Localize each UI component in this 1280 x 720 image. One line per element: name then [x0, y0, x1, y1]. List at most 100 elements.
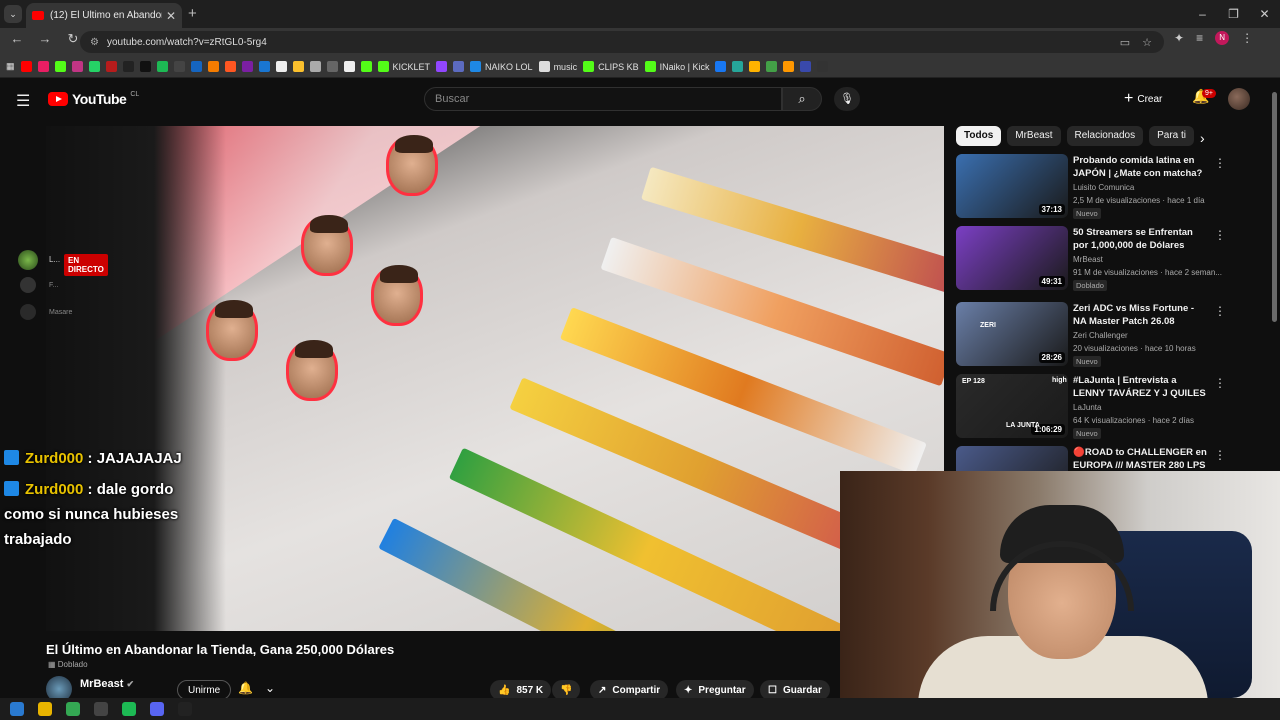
- bookmark-item[interactable]: [156, 61, 168, 72]
- windows-icon[interactable]: [10, 702, 24, 716]
- kebab-menu-icon[interactable]: ⋮: [1241, 31, 1253, 45]
- menu-hamburger-icon[interactable]: ☰: [16, 91, 30, 111]
- video-player[interactable]: [46, 126, 944, 631]
- video-thumbnail[interactable]: 37:13: [956, 154, 1068, 218]
- search-input[interactable]: Buscar: [424, 87, 782, 111]
- bookmark-favicon-icon: [583, 61, 595, 72]
- bookmark-item[interactable]: [732, 61, 744, 72]
- bookmark-item[interactable]: [817, 61, 829, 72]
- bookmark-item[interactable]: [292, 61, 304, 72]
- bookmark-item[interactable]: [54, 61, 66, 72]
- bookmark-item[interactable]: [173, 61, 185, 72]
- share-button[interactable]: ↗ Compartir: [590, 680, 669, 700]
- recommendation-card[interactable]: 28:26 ZERI Zeri ADC vs Miss Fortune - NA M…: [956, 302, 1266, 368]
- site-info-icon[interactable]: ⚙: [90, 37, 99, 48]
- bookmark-item[interactable]: [783, 61, 795, 72]
- chip-mrbeast[interactable]: MrBeast: [1007, 126, 1061, 146]
- browser-tab-active[interactable]: (12) El Último en Abandonar la ✕: [26, 3, 182, 28]
- cast-icon[interactable]: ▭: [1120, 36, 1130, 49]
- more-options-icon[interactable]: ⋮: [1214, 448, 1226, 462]
- apps-grid-icon[interactable]: ▦: [6, 61, 15, 72]
- bookmark-item[interactable]: [766, 61, 778, 72]
- bookmark-item[interactable]: [326, 61, 338, 72]
- media-controls-icon[interactable]: ≡: [1196, 31, 1203, 45]
- video-face-image: [286, 340, 338, 401]
- bookmark-item[interactable]: [207, 61, 219, 72]
- bookmark-item[interactable]: [20, 61, 32, 72]
- forward-arrow-icon[interactable]: →: [34, 31, 56, 47]
- bookmark-item[interactable]: [105, 61, 117, 72]
- address-bar[interactable]: ⚙ youtube.com/watch?v=zRtGL0-5rg4 ▭ ☆: [80, 31, 1164, 53]
- join-button[interactable]: Unirme: [177, 680, 232, 700]
- bookmark-item[interactable]: [436, 61, 448, 72]
- recommendation-card[interactable]: 37:13 Probando comida latina en JAPÓN | ¿…: [956, 154, 1266, 220]
- minimize-button[interactable]: –: [1187, 0, 1218, 28]
- search-icon[interactable]: ⌕: [782, 87, 822, 111]
- recommendation-card[interactable]: 1:06:29 EP 128 high LA JUNTA #LaJunta | Entr…: [956, 374, 1266, 440]
- bookmark-item[interactable]: [360, 61, 372, 72]
- more-options-icon[interactable]: ⋮: [1214, 304, 1226, 318]
- bookmark-item[interactable]: [241, 61, 253, 72]
- more-options-icon[interactable]: ⋮: [1214, 156, 1226, 170]
- youtube-play-icon: [48, 92, 68, 106]
- bookmark-item[interactable]: KICKLET: [377, 61, 430, 72]
- bookmark-item[interactable]: [309, 61, 321, 72]
- recommendation-card[interactable]: 49:31 50 Streamers se Enfrentan por 1,000…: [956, 226, 1266, 292]
- more-options-icon[interactable]: ⋮: [1214, 376, 1226, 390]
- extensions-puzzle-icon[interactable]: ✦: [1174, 31, 1184, 45]
- bookmark-item[interactable]: music: [538, 61, 577, 72]
- video-thumbnail[interactable]: 49:31: [956, 226, 1068, 290]
- back-arrow-icon[interactable]: ←: [6, 31, 28, 47]
- spotify-icon[interactable]: [122, 702, 136, 716]
- bookmark-item[interactable]: [122, 61, 134, 72]
- recommendation-channel: MrBeast: [1073, 255, 1103, 264]
- chip-relacionados[interactable]: Relacionados: [1066, 126, 1144, 146]
- bookmark-item[interactable]: CLIPS KB: [583, 61, 639, 72]
- scrollbar-thumb[interactable]: [1272, 92, 1277, 322]
- dislike-button[interactable]: 👎: [552, 680, 581, 700]
- bookmark-item[interactable]: [258, 61, 270, 72]
- chrome-icon[interactable]: [66, 702, 80, 716]
- restore-button[interactable]: ❐: [1218, 0, 1249, 28]
- video-thumbnail[interactable]: 28:26 ZERI: [956, 302, 1068, 366]
- bookmark-item[interactable]: [453, 61, 465, 72]
- save-button[interactable]: ☐ Guardar: [760, 680, 830, 700]
- tab-search-button[interactable]: ⌄: [4, 5, 22, 23]
- bookmark-item[interactable]: [224, 61, 236, 72]
- create-button[interactable]: + Crear: [1124, 88, 1162, 110]
- bookmark-item[interactable]: INaiko | Kick: [644, 61, 709, 72]
- account-avatar[interactable]: [1228, 88, 1250, 110]
- new-tab-button[interactable]: +: [188, 5, 197, 22]
- like-button[interactable]: 👍 857 K: [490, 680, 552, 700]
- bookmark-item[interactable]: [37, 61, 49, 72]
- bookmark-item[interactable]: [139, 61, 151, 72]
- bookmark-item[interactable]: [343, 61, 355, 72]
- subscribe-bell-icon[interactable]: 🔔: [238, 681, 253, 695]
- chip-para-ti[interactable]: Para ti: [1149, 126, 1195, 146]
- file-explorer-icon[interactable]: [38, 702, 52, 716]
- video-thumbnail[interactable]: 1:06:29 EP 128 high LA JUNTA: [956, 374, 1068, 438]
- channel-name[interactable]: MrBeast ✔: [80, 678, 134, 690]
- bookmark-item[interactable]: NAIKO LOL: [470, 61, 533, 72]
- chevron-down-icon[interactable]: ⌄: [265, 681, 275, 695]
- close-tab-icon[interactable]: ✕: [166, 9, 176, 23]
- profile-avatar[interactable]: N: [1215, 31, 1230, 45]
- discord-icon[interactable]: [150, 702, 164, 716]
- bookmark-item[interactable]: [800, 61, 812, 72]
- capcut-icon[interactable]: [178, 702, 192, 716]
- close-window-button[interactable]: ✕: [1249, 0, 1280, 28]
- chevron-right-icon[interactable]: ›: [1200, 130, 1205, 146]
- youtube-logo[interactable]: YouTube CL: [48, 91, 139, 107]
- bookmark-item[interactable]: [275, 61, 287, 72]
- bookmark-item[interactable]: [88, 61, 100, 72]
- microphone-icon[interactable]: 🎙: [834, 87, 860, 111]
- obs-icon[interactable]: [94, 702, 108, 716]
- chip-todos[interactable]: Todos: [956, 126, 1002, 146]
- bookmark-star-icon[interactable]: ☆: [1142, 36, 1152, 49]
- bookmark-item[interactable]: [749, 61, 761, 72]
- ask-button[interactable]: ✦ Preguntar: [676, 680, 754, 700]
- bookmark-item[interactable]: [190, 61, 202, 72]
- bookmark-item[interactable]: [715, 61, 727, 72]
- bookmark-item[interactable]: [71, 61, 83, 72]
- more-options-icon[interactable]: ⋮: [1214, 228, 1226, 242]
